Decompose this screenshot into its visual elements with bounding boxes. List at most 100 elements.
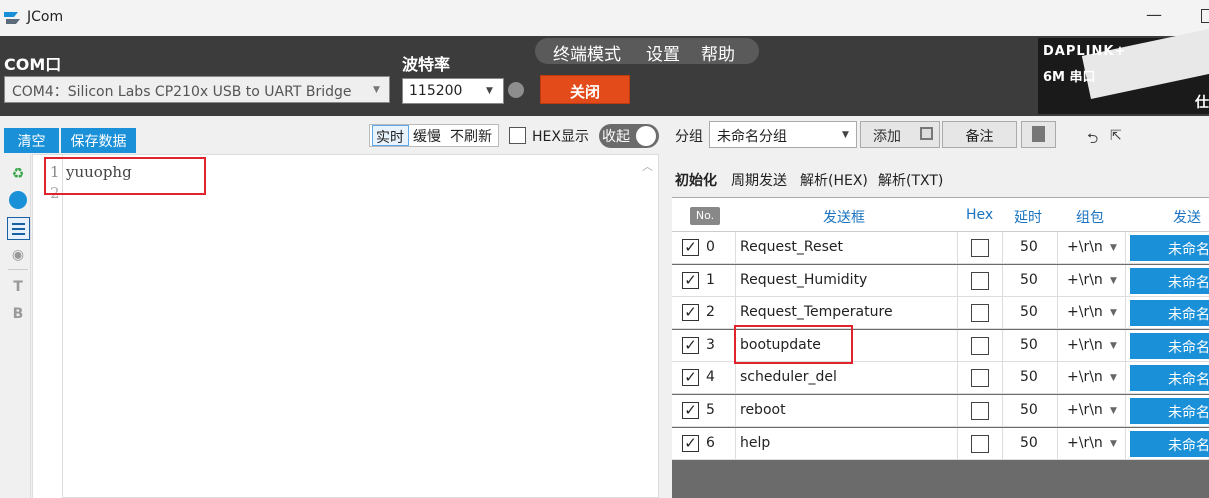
send-button[interactable]: 未命名 (1130, 300, 1209, 326)
row-index: 1 (706, 272, 715, 288)
highlight-box (44, 157, 206, 195)
delay-value[interactable]: 50 (1020, 369, 1038, 385)
gear-icon[interactable] (508, 82, 524, 98)
maximize-button[interactable] (1201, 9, 1209, 23)
delay-value[interactable]: 50 (1020, 402, 1038, 418)
package-select[interactable]: +\r\n (1067, 369, 1103, 385)
note-button[interactable]: 备注 (942, 121, 1017, 148)
send-button[interactable]: 未命名 (1130, 333, 1209, 359)
hex-checkbox[interactable] (971, 435, 989, 453)
hex-checkbox[interactable] (971, 304, 989, 322)
tab-init[interactable]: 初始化 (675, 170, 717, 190)
mode-slow-button[interactable]: 缓慢 (413, 126, 441, 146)
hex-display-label: HEX显示 (532, 129, 589, 145)
row-enable-checkbox[interactable]: ✓ (682, 435, 699, 452)
hex-checkbox[interactable] (971, 369, 989, 387)
package-select[interactable]: +\r\n (1067, 239, 1103, 255)
menu-help[interactable]: 帮助 (701, 40, 735, 65)
row-enable-checkbox[interactable]: ✓ (682, 402, 699, 419)
row-enable-checkbox[interactable]: ✓ (682, 337, 699, 354)
delay-value[interactable]: 50 (1020, 435, 1038, 451)
hex-checkbox[interactable] (971, 272, 989, 290)
title-bar (0, 0, 1209, 36)
column-divider (1057, 362, 1058, 394)
clock-icon[interactable] (9, 191, 27, 209)
command-input[interactable]: scheduler_del (740, 369, 837, 385)
delay-value[interactable]: 50 (1020, 239, 1038, 255)
send-button[interactable]: 未命名 (1130, 431, 1209, 457)
send-button[interactable]: 未命名 (1130, 235, 1209, 261)
group-label: 分组 (675, 129, 703, 145)
send-button[interactable]: 未命名 (1130, 268, 1209, 294)
close-port-button[interactable]: 关闭 (540, 75, 630, 104)
chevron-down-icon: ▼ (842, 130, 849, 140)
bold-mode-button[interactable]: B (7, 303, 29, 325)
list-icon[interactable] (7, 217, 30, 240)
package-select[interactable]: +\r\n (1067, 272, 1103, 288)
column-divider (1002, 330, 1003, 362)
chevron-down-icon: ▼ (1110, 243, 1117, 253)
row-enable-checkbox[interactable]: ✓ (682, 369, 699, 386)
minimize-button[interactable]: — (1146, 5, 1162, 24)
chevron-down-icon: ▼ (1110, 276, 1117, 286)
delay-value[interactable]: 50 (1020, 304, 1038, 320)
eye-hidden-icon[interactable]: ◉ (7, 244, 29, 266)
export-icon[interactable]: ⇱ (1110, 128, 1122, 144)
command-input[interactable]: Request_Temperature (740, 304, 893, 320)
column-divider (735, 395, 736, 427)
send-button[interactable]: 未命名 (1130, 398, 1209, 424)
menu-settings[interactable]: 设置 (646, 40, 680, 65)
column-divider (1057, 297, 1058, 329)
highlight-box (734, 325, 853, 364)
package-select[interactable]: +\r\n (1067, 337, 1103, 353)
package-select[interactable]: +\r\n (1067, 402, 1103, 418)
command-input[interactable]: Request_Humidity (740, 272, 867, 288)
column-divider (735, 428, 736, 460)
hex-checkbox[interactable] (971, 337, 989, 355)
menu-terminal-mode[interactable]: 终端模式 (553, 40, 621, 65)
header-frame: 发送框 (823, 210, 865, 226)
hex-checkbox[interactable] (971, 402, 989, 420)
mode-realtime-button[interactable]: 实时 (372, 125, 409, 146)
clear-button[interactable]: 清空 (4, 128, 59, 153)
delay-value[interactable]: 50 (1020, 272, 1038, 288)
recycle-icon[interactable]: ♻ (7, 163, 29, 185)
save-data-button[interactable]: 保存数据 (61, 128, 136, 153)
command-input[interactable]: reboot (740, 402, 786, 418)
row-enable-checkbox[interactable]: ✓ (682, 304, 699, 321)
tab-periodic-send[interactable]: 周期发送 (731, 170, 787, 190)
receive-editor[interactable] (32, 154, 659, 498)
column-divider (735, 265, 736, 297)
row-enable-checkbox[interactable]: ✓ (682, 272, 699, 289)
row-enable-checkbox[interactable]: ✓ (682, 239, 699, 256)
collapse-label: 收起 (602, 129, 630, 145)
column-divider (1125, 362, 1126, 394)
mode-norefresh-button[interactable]: 不刷新 (450, 126, 492, 146)
scroll-up-icon[interactable]: ︿ (642, 158, 653, 174)
hex-display-checkbox[interactable] (509, 127, 526, 144)
text-mode-button[interactable]: T (7, 276, 29, 298)
chevron-down-icon: ▼ (486, 86, 493, 96)
column-divider (1125, 232, 1126, 264)
send-button[interactable]: 未命名 (1130, 365, 1209, 391)
column-divider (1125, 395, 1126, 427)
tab-parse-hex[interactable]: 解析(HEX) (800, 170, 868, 190)
column-divider (1125, 330, 1126, 362)
column-divider (1125, 297, 1126, 329)
column-divider (1002, 297, 1003, 329)
com-port-select[interactable]: COM4：Silicon Labs CP210x USB to UART Bri… (4, 76, 390, 103)
header-send: 发送 (1173, 210, 1201, 226)
column-divider (1002, 232, 1003, 264)
hex-checkbox[interactable] (971, 239, 989, 257)
column-divider (957, 265, 958, 297)
package-select[interactable]: +\r\n (1067, 435, 1103, 451)
command-input[interactable]: help (740, 435, 770, 451)
column-divider (1002, 362, 1003, 394)
group-select[interactable]: 未命名分组 (709, 121, 857, 148)
tab-parse-txt[interactable]: 解析(TXT) (878, 170, 943, 190)
import-icon[interactable]: ⮌ (1087, 128, 1098, 152)
trash-icon (1032, 126, 1045, 142)
package-select[interactable]: +\r\n (1067, 304, 1103, 320)
delay-value[interactable]: 50 (1020, 337, 1038, 353)
command-input[interactable]: Request_Reset (740, 239, 843, 255)
